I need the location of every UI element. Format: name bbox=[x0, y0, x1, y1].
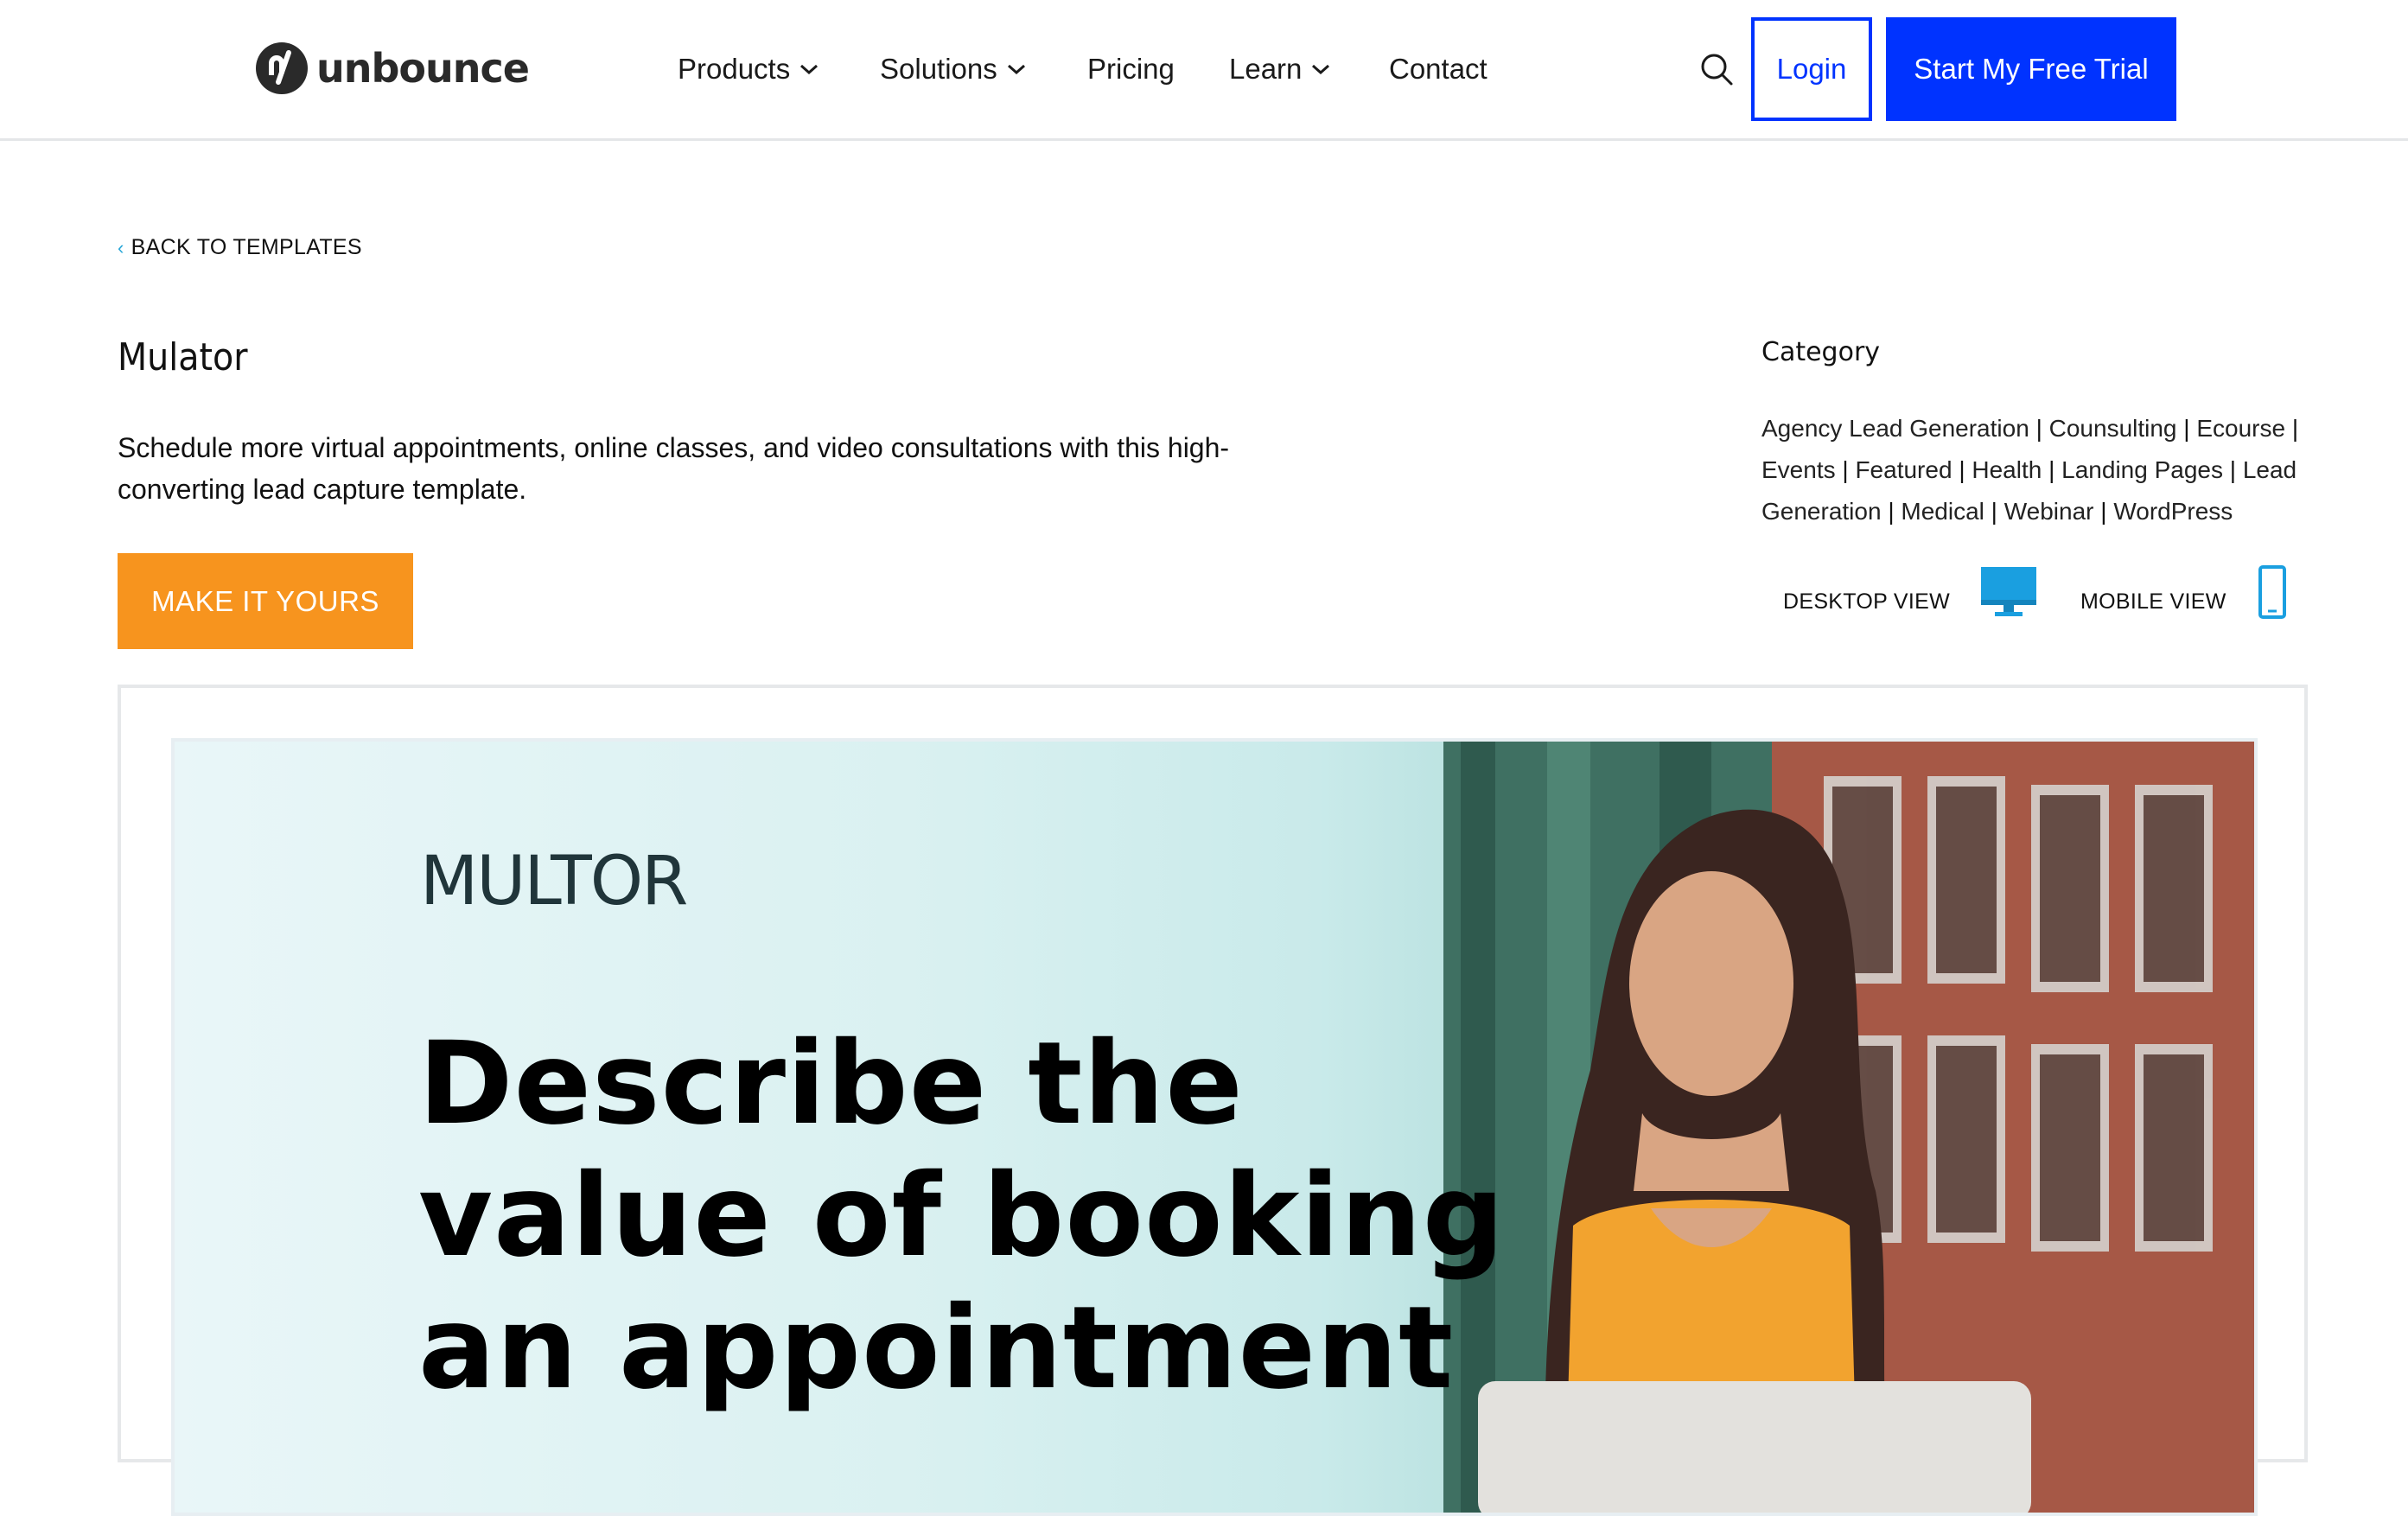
category-separator: | bbox=[1991, 498, 1997, 525]
category-link[interactable]: Medical bbox=[1901, 498, 1984, 525]
category-link[interactable]: Agency Lead Generation bbox=[1761, 415, 2029, 442]
nav-contact[interactable]: Contact bbox=[1389, 45, 1487, 93]
category-separator: | bbox=[2229, 456, 2237, 483]
phone-icon[interactable] bbox=[2258, 565, 2287, 619]
back-to-templates-label: BACK TO TEMPLATES bbox=[131, 235, 362, 259]
chevron-down-icon bbox=[1007, 64, 1025, 75]
category-separator: | bbox=[2035, 415, 2042, 442]
chevron-down-icon bbox=[800, 64, 819, 75]
category-separator: | bbox=[1888, 498, 1895, 525]
monitor-icon[interactable] bbox=[1979, 565, 2038, 619]
nav-pricing-label: Pricing bbox=[1087, 53, 1175, 85]
start-free-trial-button[interactable]: Start My Free Trial bbox=[1886, 17, 2176, 121]
category-separator: | bbox=[2183, 415, 2190, 442]
mobile-view-label[interactable]: MOBILE VIEW bbox=[2080, 589, 2226, 615]
headline-line: an appointment bbox=[418, 1282, 1455, 1415]
unbounce-logo-icon bbox=[256, 42, 308, 94]
category-link[interactable]: Webinar bbox=[2004, 498, 2094, 525]
template-title: Mulator bbox=[118, 335, 248, 379]
preview-headline: Describe the value of booking an appoint… bbox=[418, 1018, 1715, 1415]
nav-pricing[interactable]: Pricing bbox=[1087, 45, 1175, 93]
login-button[interactable]: Login bbox=[1751, 17, 1872, 121]
category-link[interactable]: Landing Pages bbox=[2061, 456, 2223, 483]
category-link[interactable]: Featured bbox=[1855, 456, 1952, 483]
nav-solutions[interactable]: Solutions bbox=[880, 45, 1027, 93]
category-link[interactable]: Ecourse bbox=[2196, 415, 2285, 442]
category-link[interactable]: Health bbox=[1972, 456, 2042, 483]
nav-products-label: Products bbox=[678, 53, 791, 85]
chevron-down-icon bbox=[1312, 64, 1330, 75]
category-separator: | bbox=[1842, 456, 1849, 483]
nav-learn-label: Learn bbox=[1229, 53, 1303, 85]
multor-logo: MULTOR bbox=[420, 845, 688, 914]
search-icon[interactable] bbox=[1699, 52, 1734, 86]
category-separator: | bbox=[2291, 415, 2299, 442]
nav-solutions-label: Solutions bbox=[880, 53, 997, 85]
category-link[interactable]: WordPress bbox=[2113, 498, 2233, 525]
chevron-left-icon: ‹ bbox=[118, 236, 124, 258]
category-separator: | bbox=[2048, 456, 2055, 483]
back-to-templates-link[interactable]: ‹ BACK TO TEMPLATES bbox=[118, 235, 362, 260]
nav-learn[interactable]: Learn bbox=[1229, 45, 1331, 93]
make-it-yours-button[interactable]: MAKE IT YOURS bbox=[118, 553, 413, 649]
category-link[interactable]: Counsulting bbox=[2049, 415, 2177, 442]
category-separator: | bbox=[1959, 456, 1965, 483]
site-header: unbounce Products Solutions Pricing Lear… bbox=[0, 0, 2408, 141]
multor-logo-text: MULTOR bbox=[420, 845, 686, 914]
nav-products[interactable]: Products bbox=[678, 45, 819, 93]
template-description: Schedule more virtual appointments, onli… bbox=[118, 432, 1230, 505]
category-list: Agency Lead Generation | Counsulting | E… bbox=[1761, 408, 2315, 532]
nav-contact-label: Contact bbox=[1389, 53, 1487, 85]
category-heading: Category bbox=[1761, 337, 1881, 367]
category-separator: | bbox=[2100, 498, 2107, 525]
category-link[interactable]: Events bbox=[1761, 456, 1836, 483]
headline-line: Describe the bbox=[418, 1017, 1244, 1150]
desktop-view-label[interactable]: DESKTOP VIEW bbox=[1783, 589, 1950, 615]
unbounce-logo[interactable]: unbounce bbox=[254, 38, 530, 99]
template-preview: MULTOR Describe the value of booking an … bbox=[171, 738, 2258, 1516]
brand-name: unbounce bbox=[316, 45, 530, 92]
headline-line: value of booking bbox=[418, 1150, 1506, 1283]
template-preview-frame: MULTOR Describe the value of booking an … bbox=[118, 685, 2308, 1516]
